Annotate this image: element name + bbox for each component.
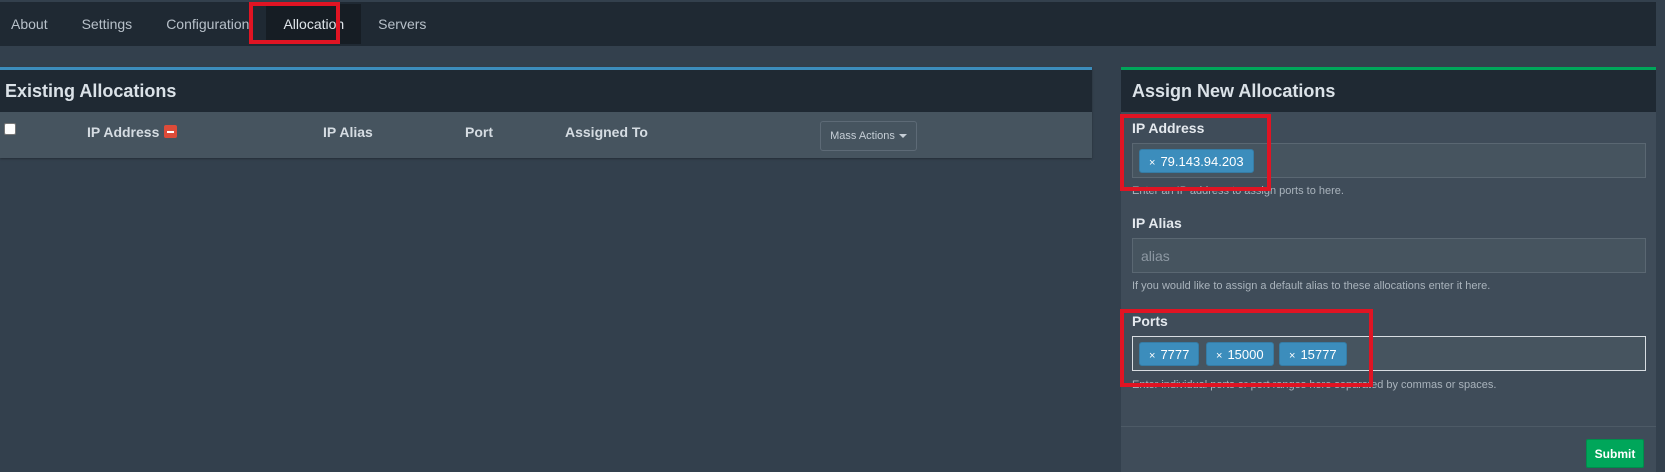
port-tag: × 7777 — [1139, 342, 1200, 366]
tab-servers[interactable]: Servers — [361, 2, 443, 46]
nav-tabs: About Settings Configuration Allocation … — [0, 2, 1656, 46]
ports-input[interactable]: × 7777 × 15000 × 15777 — [1132, 336, 1646, 371]
remove-tag-icon[interactable]: × — [1289, 350, 1295, 362]
ip-tag: × 79.143.94.203 — [1139, 149, 1254, 173]
tab-settings[interactable]: Settings — [65, 2, 150, 46]
port-tag-label: 15000 — [1227, 347, 1264, 362]
column-ip-address-label: IP Address — [87, 124, 160, 140]
ip-alias-help: If you would like to assign a default al… — [1132, 280, 1491, 292]
assign-allocations-title: Assign New Allocations — [1121, 70, 1656, 112]
ip-alias-label: IP Alias — [1132, 215, 1182, 231]
column-ip-address[interactable]: IP Address — [87, 124, 178, 140]
tab-configuration[interactable]: Configuration — [149, 2, 266, 46]
ports-help: Enter individual ports or port ranges he… — [1132, 379, 1497, 391]
ip-alias-input[interactable] — [1133, 239, 1645, 272]
ip-address-help: Enter an IP address to assign ports to h… — [1132, 185, 1344, 197]
existing-allocations-title: Existing Allocations — [0, 70, 1092, 112]
port-tag-label: 15777 — [1300, 347, 1337, 362]
ip-tag-label: 79.143.94.203 — [1160, 154, 1244, 169]
mass-actions-button[interactable]: Mass Actions — [820, 121, 917, 151]
remove-tag-icon[interactable]: × — [1149, 350, 1155, 362]
assign-allocations-panel: Assign New Allocations IP Address × 79.14… — [1121, 67, 1656, 472]
allocations-table-header: IP Address IP Alias Port Assigned To Mas… — [0, 112, 1092, 158]
ip-address-label: IP Address — [1132, 120, 1205, 136]
tab-allocation[interactable]: Allocation — [266, 4, 362, 44]
existing-allocations-panel: Existing Allocations IP Address IP Alias… — [0, 67, 1092, 158]
tab-about[interactable]: About — [0, 2, 65, 46]
port-tag-label: 7777 — [1160, 347, 1190, 362]
submit-button[interactable]: Submit — [1586, 439, 1644, 468]
ports-label: Ports — [1132, 313, 1168, 329]
delete-ip-icon[interactable] — [164, 125, 178, 138]
select-all-checkbox[interactable] — [4, 123, 16, 135]
remove-tag-icon[interactable]: × — [1149, 157, 1155, 169]
column-port: Port — [465, 124, 493, 140]
ip-alias-field[interactable] — [1132, 238, 1646, 273]
panel-footer-divider — [1121, 426, 1656, 427]
column-assigned-to: Assigned To — [565, 124, 648, 140]
port-tag: × 15777 — [1279, 342, 1347, 366]
remove-tag-icon[interactable]: × — [1216, 350, 1222, 362]
caret-down-icon — [898, 134, 907, 138]
mass-actions-label: Mass Actions — [830, 130, 895, 142]
ip-address-input[interactable]: × 79.143.94.203 — [1132, 143, 1646, 178]
column-ip-alias: IP Alias — [323, 124, 373, 140]
port-tag: × 15000 — [1206, 342, 1274, 366]
